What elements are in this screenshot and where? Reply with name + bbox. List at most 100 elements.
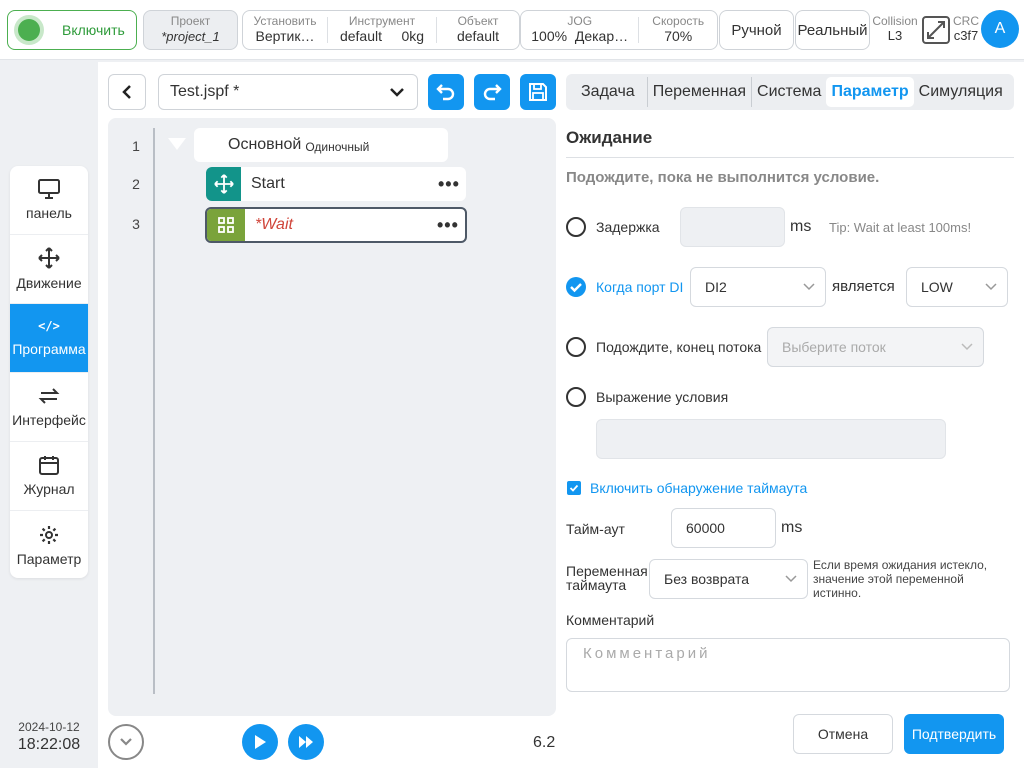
crc-label: CRC <box>953 14 979 28</box>
power-on-button[interactable]: Включить <box>7 10 137 50</box>
tool-value: default 0kg <box>328 28 436 45</box>
speed-value: 70% <box>664 28 693 44</box>
install-label: Установить <box>253 15 317 28</box>
version-label: 6.2 <box>533 734 556 751</box>
checkmark-icon <box>570 283 582 293</box>
system-clock: 2024-10-12 18:22:08 <box>0 720 98 754</box>
chevron-down-icon <box>390 88 404 97</box>
undo-icon <box>436 84 455 101</box>
swap-icon <box>38 388 60 404</box>
block-wait[interactable]: *Wait ••• <box>205 207 467 243</box>
gutter-line <box>153 128 155 694</box>
block-start[interactable]: Start ••• <box>206 167 466 201</box>
code-icon: </> <box>38 319 60 333</box>
program-editor[interactable]: 1 2 3 Основной Одиночный Start ••• *Wait… <box>108 118 556 716</box>
real-mode-button[interactable]: Реальный <box>795 10 870 50</box>
tab-variable[interactable]: Переменная <box>648 77 753 107</box>
nav-item-log[interactable]: Журнал <box>10 442 88 511</box>
save-button[interactable] <box>520 74 556 110</box>
root-subtitle: Одиночный <box>305 139 370 154</box>
main-program-node[interactable]: Основной Одиночный <box>194 128 448 162</box>
expression-input[interactable] <box>596 419 946 459</box>
nav-label: Интерфейс <box>12 412 86 428</box>
install-selector[interactable]: Установить Вертик… <box>243 11 327 49</box>
cancel-button[interactable]: Отмена <box>793 714 893 754</box>
thread-radio[interactable] <box>566 337 586 357</box>
object-selector[interactable]: Объект default <box>437 11 519 49</box>
left-navigation: панель Движение </> Программа Интерфейс … <box>10 166 88 578</box>
jog-selector[interactable]: JOG 100% Декар… <box>521 11 638 49</box>
delay-radio[interactable] <box>566 217 586 237</box>
power-status-dot <box>18 19 40 41</box>
speed-selector[interactable]: Скорость 70% <box>639 11 717 49</box>
more-icon[interactable]: ••• <box>437 215 465 236</box>
top-bar: Включить Проект *project_1 Установить Ве… <box>0 0 1024 60</box>
redo-button[interactable] <box>474 74 510 110</box>
move-icon <box>38 247 60 269</box>
power-label: Включить <box>62 22 125 38</box>
project-selector[interactable]: Проект *project_1 <box>143 10 238 50</box>
scroll-down-button[interactable] <box>108 724 144 760</box>
tab-system[interactable]: Система <box>752 77 826 107</box>
di-radio[interactable] <box>566 277 586 297</box>
thread-label: Подождите, конец потока <box>596 339 762 355</box>
nav-item-interface[interactable]: Интерфейс <box>10 373 88 442</box>
di-port-value: DI2 <box>705 279 727 295</box>
project-value: *project_1 <box>161 29 220 44</box>
file-selector[interactable]: Test.jspf * <box>158 74 418 110</box>
collapse-triangle-icon[interactable] <box>168 138 186 150</box>
comment-label: Комментарий <box>566 612 655 628</box>
calendar-icon <box>39 456 59 475</box>
collision-value: L3 <box>887 28 903 43</box>
confirm-button[interactable]: Подтвердить <box>904 714 1004 754</box>
tab-parameter[interactable]: Параметр <box>826 77 914 107</box>
nav-item-motion[interactable]: Движение <box>10 235 88 304</box>
tab-simulation[interactable]: Симуляция <box>914 77 1008 107</box>
expression-label: Выражение условия <box>596 389 729 405</box>
crc-indicator: CRC c3f7 <box>950 14 982 44</box>
thread-select[interactable]: Выберите поток <box>767 327 984 367</box>
expression-radio[interactable] <box>566 387 586 407</box>
block-name: Start <box>251 175 285 192</box>
block-name: *Wait <box>255 216 293 233</box>
nav-label: Движение <box>16 275 82 291</box>
fast-forward-button[interactable] <box>288 724 324 760</box>
nav-item-parameter[interactable]: Параметр <box>10 511 88 578</box>
timeout-checkbox[interactable] <box>567 481 581 495</box>
manual-mode-button[interactable]: Ручной <box>719 10 794 50</box>
delay-label: Задержка <box>596 219 660 235</box>
timeout-var-value: Без возврата <box>664 571 750 587</box>
tool-label: Инструмент <box>348 15 416 28</box>
timeout-input[interactable]: 60000 <box>671 508 776 548</box>
save-icon <box>529 83 547 101</box>
line-number: 2 <box>132 176 140 192</box>
di-port-select[interactable]: DI2 <box>690 267 826 307</box>
timeout-var-label: Переменная таймаута <box>566 564 648 592</box>
undo-button[interactable] <box>428 74 464 110</box>
thread-placeholder: Выберите поток <box>782 339 886 355</box>
chevron-down-icon <box>120 738 132 746</box>
timeout-enable-label: Включить обнаружение таймаута <box>590 480 808 496</box>
nav-item-panel[interactable]: панель <box>10 166 88 235</box>
divider <box>566 157 1014 158</box>
chevron-down-icon <box>785 575 797 583</box>
redo-icon <box>483 84 502 101</box>
tab-task[interactable]: Задача <box>569 77 648 107</box>
nav-item-program[interactable]: </> Программа <box>10 304 88 373</box>
play-button[interactable] <box>242 724 278 760</box>
back-button[interactable] <box>108 74 146 110</box>
expand-icon[interactable] <box>922 16 950 44</box>
tool-selector[interactable]: Инструмент default 0kg <box>328 11 436 49</box>
di-level-value: LOW <box>921 279 953 295</box>
line-number: 1 <box>132 138 140 154</box>
more-icon[interactable]: ••• <box>438 174 466 195</box>
avatar[interactable]: A <box>981 10 1019 48</box>
delay-input[interactable] <box>680 207 785 247</box>
chevron-down-icon <box>803 283 815 291</box>
comment-textarea[interactable]: Комментарий <box>566 638 1010 692</box>
timeout-var-select[interactable]: Без возврата <box>649 559 808 599</box>
checkmark-icon <box>569 484 579 492</box>
di-level-select[interactable]: LOW <box>906 267 1008 307</box>
jog-frame: Декар… <box>574 28 629 44</box>
timeout-label: Тайм-аут <box>566 521 625 537</box>
